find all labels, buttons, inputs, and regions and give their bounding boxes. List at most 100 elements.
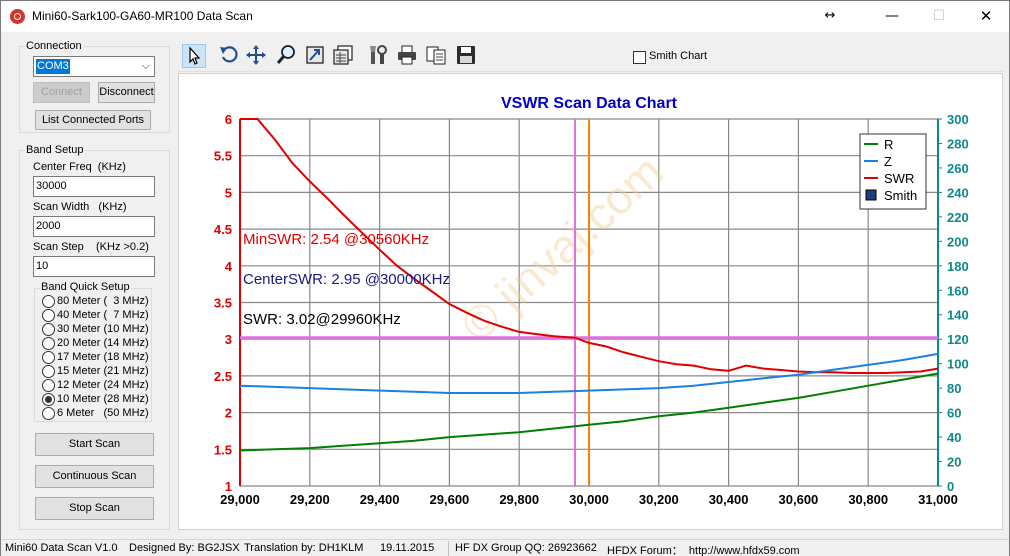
x-tick-label: 29,200	[290, 492, 330, 507]
band-radio-option[interactable]: 20 Meter (14 MHz)	[42, 336, 149, 350]
rotate-icon[interactable]	[218, 44, 242, 68]
title-bar[interactable]: Mini60-Sark100-GA60-MR100 Data Scan ↔ — …	[1, 1, 1009, 32]
legend-label: Smith	[884, 188, 917, 203]
status-bar: Mini60 Data Scan V1.0 Designed By: BG2JS…	[1, 539, 1009, 556]
band-radio-option[interactable]: 40 Meter ( 7 MHz)	[42, 308, 149, 322]
continuous-scan-button[interactable]: Continuous Scan	[35, 465, 154, 488]
y-right-tick-label: 280	[947, 136, 969, 151]
pan-icon[interactable]	[245, 44, 269, 68]
y-right-tick-label: 20	[947, 455, 961, 470]
y-left-tick-label: 4.5	[214, 222, 232, 237]
legend-swatch	[865, 189, 877, 201]
com-port-value: COM3	[36, 59, 70, 74]
band-radio-option[interactable]: 12 Meter (24 MHz)	[42, 378, 149, 392]
radio-button[interactable]	[42, 322, 55, 336]
scan-step-input[interactable]: 10	[33, 256, 155, 277]
status-group: HF DX Group QQ: 26923662	[455, 542, 597, 554]
start-scan-button[interactable]: Start Scan	[35, 433, 154, 456]
y-right-tick-label: 160	[947, 283, 969, 298]
radio-button[interactable]	[42, 336, 55, 350]
radio-button[interactable]	[42, 378, 55, 392]
y-left-tick-label: 2	[225, 406, 232, 421]
y-left-tick-label: 5	[225, 185, 232, 200]
print-icon[interactable]	[396, 44, 420, 68]
band-setup-group-title: Band Setup	[25, 144, 85, 156]
y-right-tick-label: 200	[947, 234, 969, 249]
x-tick-label: 29,800	[499, 492, 539, 507]
legend-label: R	[884, 137, 893, 152]
scan-step-label: Scan Step	[33, 241, 84, 253]
status-forum: HFDX Forum： http://www.hfdx59.com	[607, 545, 800, 556]
x-tick-label: 30,800	[848, 492, 888, 507]
band-radio-label: 40 Meter ( 7 MHz)	[57, 309, 149, 321]
copy-icon[interactable]	[425, 44, 449, 68]
y-right-tick-label: 100	[947, 357, 969, 372]
band-radio-option[interactable]: 30 Meter (10 MHz)	[42, 322, 149, 336]
band-radio-label: 10 Meter (28 MHz)	[57, 393, 149, 405]
radio-button[interactable]	[42, 350, 55, 364]
radio-button[interactable]	[42, 364, 55, 378]
y-left-tick-label: 3.5	[214, 296, 232, 311]
stop-scan-button[interactable]: Stop Scan	[35, 497, 154, 520]
com-port-select[interactable]: COM3 ⌵	[33, 56, 155, 77]
y-right-tick-label: 80	[947, 381, 961, 396]
status-translator: Translation by: DH1KLM	[244, 542, 364, 554]
y-right-tick-label: 180	[947, 259, 969, 274]
smith-chart-label: Smith Chart	[649, 50, 708, 62]
y-left-tick-label: 3	[225, 332, 232, 347]
smith-chart-checkbox[interactable]	[633, 51, 646, 64]
y-left-tick-label: 4	[225, 259, 233, 274]
status-designer: Designed By: BG2JSX	[129, 542, 240, 554]
list-ports-button[interactable]: List Connected Ports	[35, 110, 151, 130]
radio-button[interactable]	[42, 308, 55, 322]
zoom-fit-icon[interactable]	[304, 44, 328, 68]
minimize-button[interactable]: —	[869, 1, 915, 32]
band-radio-label: 30 Meter (10 MHz)	[57, 323, 149, 335]
y-left-tick-label: 6	[225, 112, 232, 127]
y-right-tick-label: 300	[947, 112, 969, 127]
y-right-tick-label: 140	[947, 308, 969, 323]
y-right-tick-label: 260	[947, 161, 969, 176]
radio-button[interactable]	[42, 294, 55, 308]
chart-canvas: VSWR Scan Data Chart 29,000 29,200 29,400 29…	[214, 95, 969, 507]
scan-width-input[interactable]: 2000	[33, 216, 155, 237]
tools-icon[interactable]	[367, 44, 391, 68]
band-radio-option[interactable]: 80 Meter ( 3 MHz)	[42, 294, 149, 308]
chart-data-icon[interactable]	[332, 44, 356, 68]
band-radio-label: 6 Meter (50 MHz)	[57, 407, 149, 419]
x-tick-label: 30,000	[569, 492, 609, 507]
pointer-icon[interactable]	[182, 44, 206, 68]
chart-toolbar: Smith Chart	[178, 42, 1003, 72]
chart-annotation: CenterSWR: 2.95 @30000KHz	[243, 271, 450, 288]
close-button[interactable]: ✕	[963, 1, 1009, 32]
y-right-tick-label: 60	[947, 406, 961, 421]
band-radio-option[interactable]: 6 Meter (50 MHz)	[42, 406, 149, 420]
y-left-tick-label: 2.5	[214, 369, 232, 384]
x-tick-label: 29,600	[430, 492, 470, 507]
band-radio-label: 15 Meter (21 MHz)	[57, 365, 149, 377]
y-right-tick-label: 40	[947, 430, 961, 445]
chart-title: VSWR Scan Data Chart	[501, 95, 678, 112]
center-freq-input[interactable]: 30000	[33, 176, 155, 197]
chart-annotation: SWR: 3.02@29960KHz	[243, 311, 401, 328]
radio-button[interactable]	[42, 406, 55, 420]
radio-button[interactable]	[42, 392, 55, 406]
zoom-icon[interactable]	[275, 44, 299, 68]
center-freq-label: Center Freq (KHz)	[33, 161, 126, 173]
window-title: Mini60-Sark100-GA60-MR100 Data Scan	[32, 9, 253, 23]
x-tick-label: 30,600	[779, 492, 819, 507]
save-icon[interactable]	[455, 44, 479, 68]
band-radio-option[interactable]: 17 Meter (18 MHz)	[42, 350, 149, 364]
status-date: 19.11.2015	[380, 542, 435, 554]
app-icon	[10, 9, 25, 24]
band-radio-label: 20 Meter (14 MHz)	[57, 337, 149, 349]
band-radio-option[interactable]: 15 Meter (21 MHz)	[42, 364, 149, 378]
vswr-chart[interactable]: VSWR Scan Data Chart 29,000 29,200 29,400 29…	[178, 73, 1003, 530]
legend-label: SWR	[884, 171, 914, 186]
x-tick-label: 30,400	[709, 492, 749, 507]
maximize-button: ☐	[932, 8, 946, 24]
app-window: Mini60-Sark100-GA60-MR100 Data Scan ↔ — …	[0, 0, 1010, 556]
y-right-tick-label: 0	[947, 479, 954, 494]
band-radio-option[interactable]: 10 Meter (28 MHz)	[42, 392, 149, 406]
disconnect-button[interactable]: Disconnect	[98, 82, 155, 103]
